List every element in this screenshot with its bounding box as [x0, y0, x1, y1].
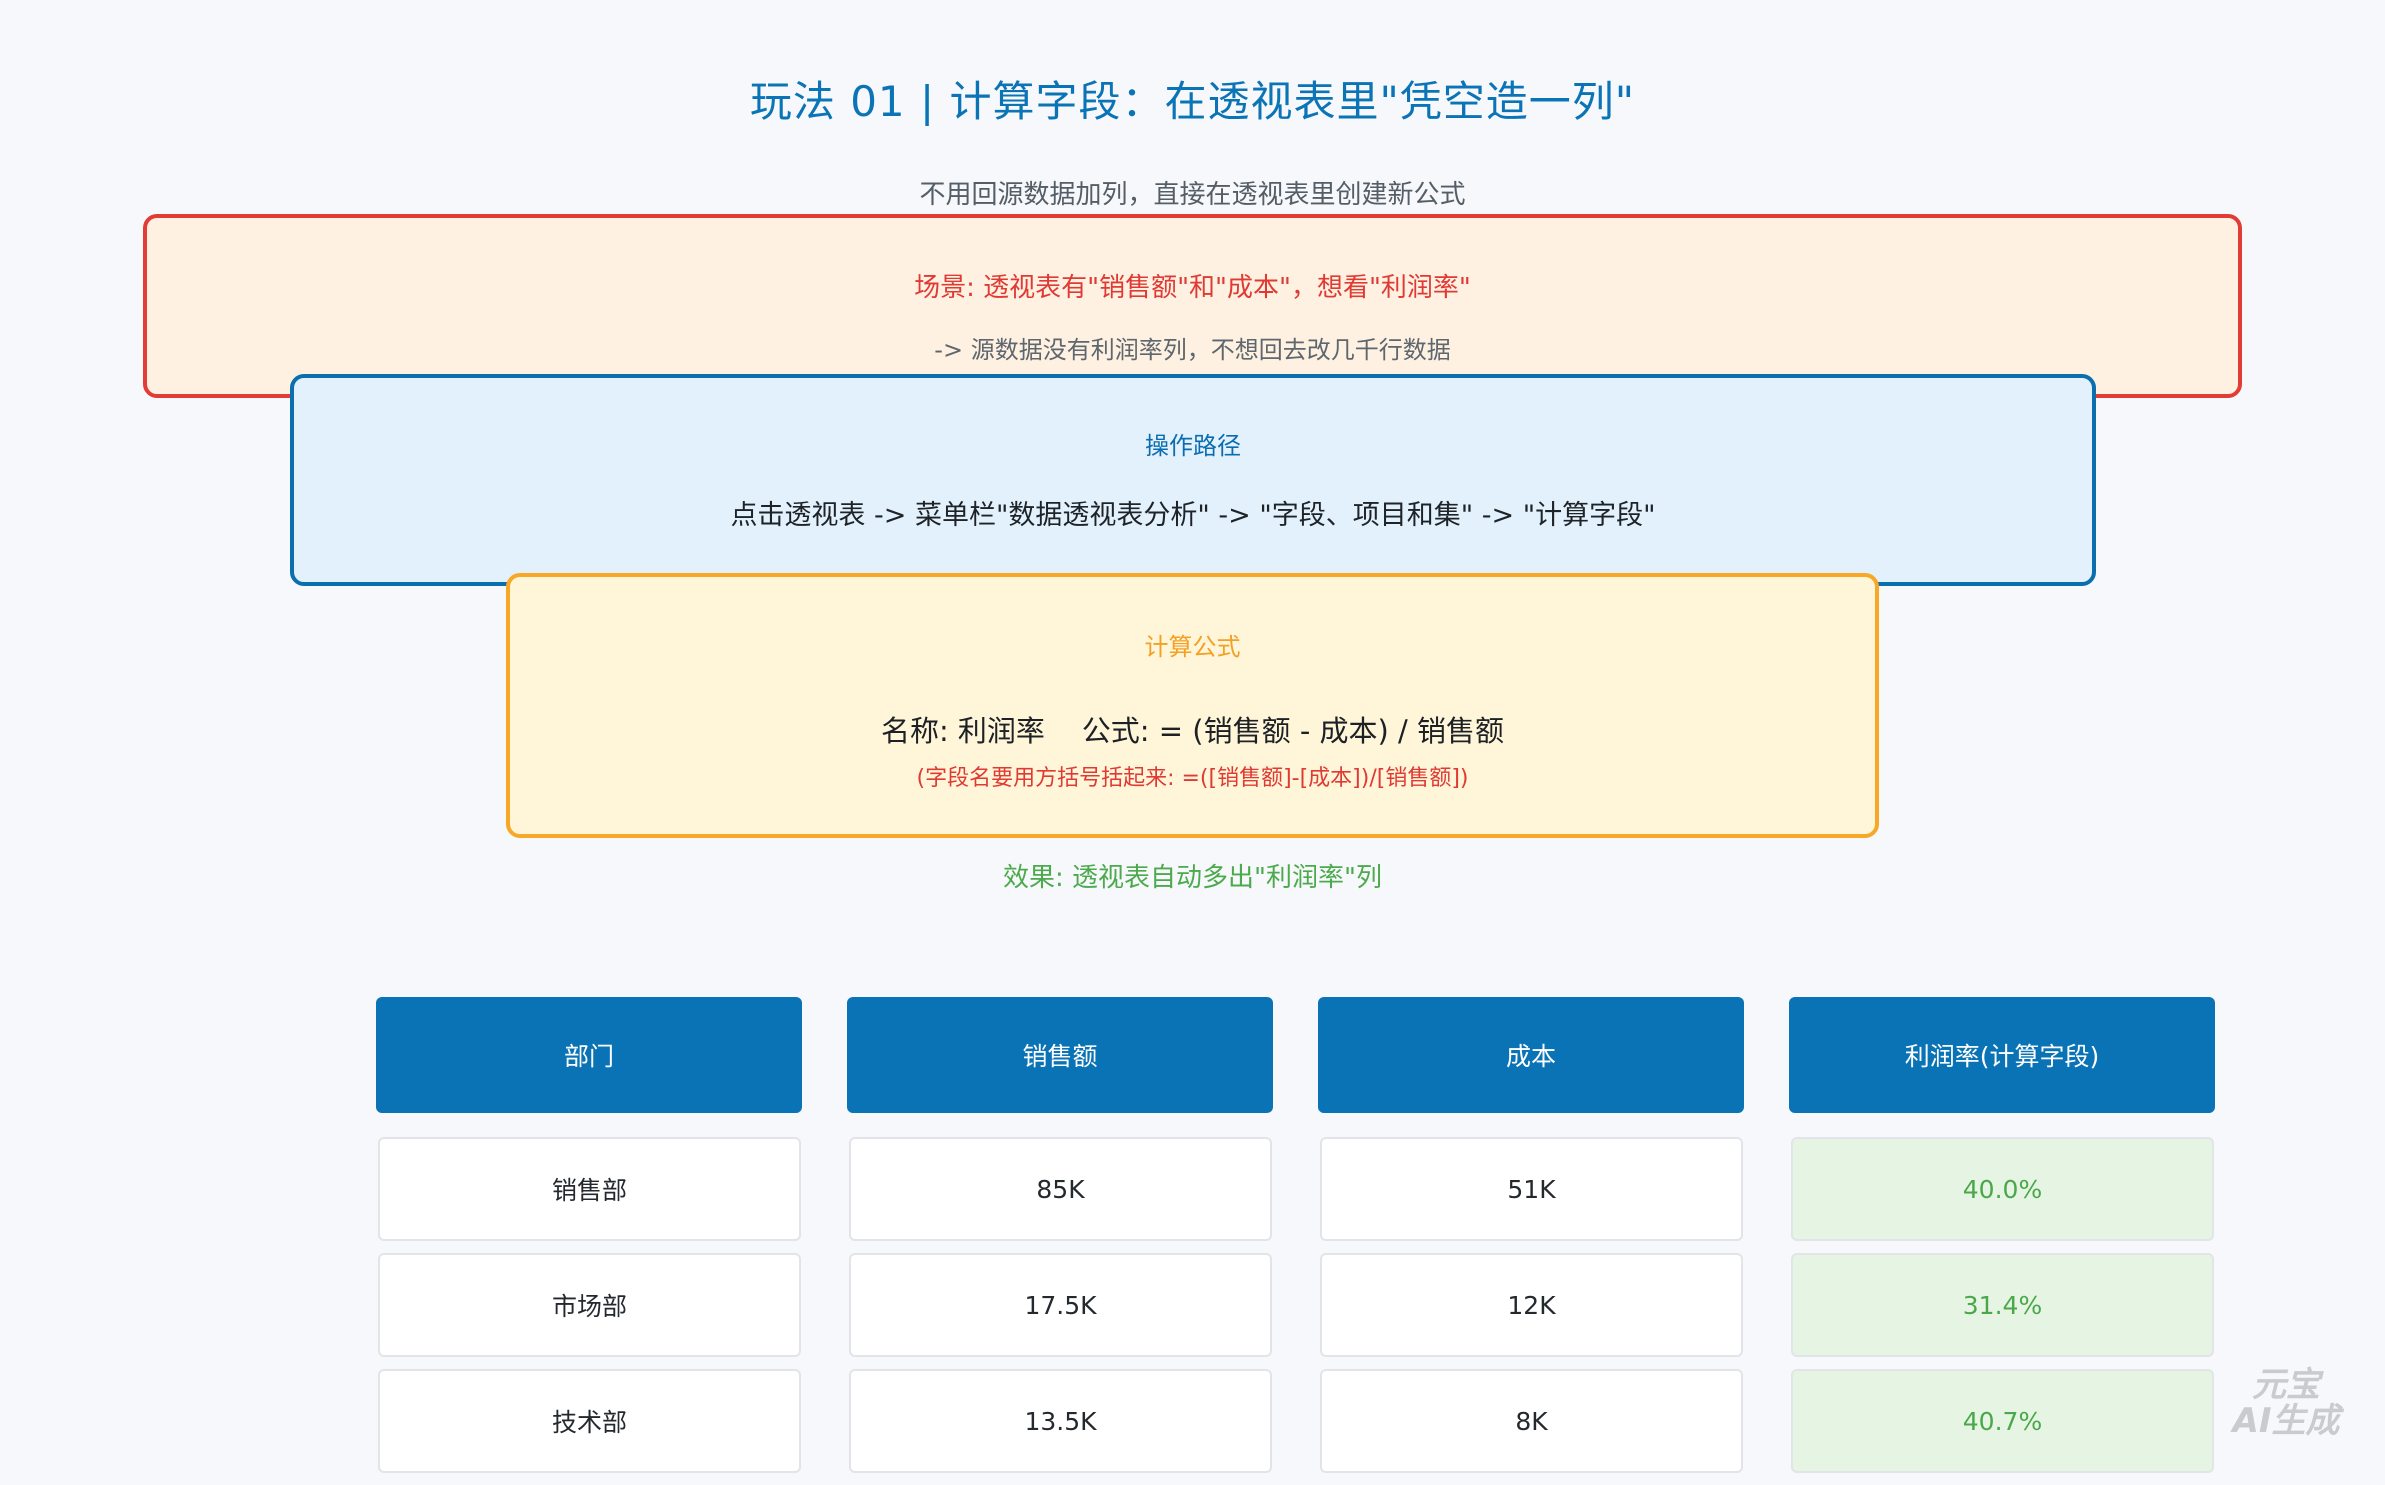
- table-cell: 85K: [849, 1137, 1272, 1241]
- formula-note: (字段名要用方括号括起来: =([销售额]-[成本])/[销售额]): [916, 766, 1469, 791]
- watermark-line-1: 元宝: [2252, 1365, 2320, 1405]
- column-header-sales: 销售额: [847, 997, 1273, 1113]
- column-header-cost: 成本: [1318, 997, 1744, 1113]
- formula-box: 计算公式 名称: 利润率 公式: = (销售额 - 成本) / 销售额 (字段名…: [506, 573, 1879, 838]
- table-cell-calculated: 40.7%: [1791, 1369, 2214, 1473]
- table-cell: 51K: [1320, 1137, 1743, 1241]
- page-title: 玩法 01 | 计算字段：在透视表里"凭空造一列": [749, 77, 1636, 126]
- table-cell: 市场部: [378, 1253, 801, 1357]
- table-cell-calculated: 40.0%: [1791, 1137, 2214, 1241]
- operation-path-title: 操作路径: [1145, 432, 1241, 460]
- table-cell: 13.5K: [849, 1369, 1272, 1473]
- table-cell-calculated: 31.4%: [1791, 1253, 2214, 1357]
- table-cell: 销售部: [378, 1137, 801, 1241]
- operation-path-steps: 点击透视表 -> 菜单栏"数据透视表分析" -> "字段、项目和集" -> "计…: [730, 500, 1656, 531]
- effect-text: 效果: 透视表自动多出"利润率"列: [1003, 863, 1382, 893]
- column-header-department: 部门: [376, 997, 802, 1113]
- column-header-profit-rate: 利润率(计算字段): [1789, 997, 2215, 1113]
- scenario-box: 场景: 透视表有"销售额"和"成本"，想看"利润率" -> 源数据没有利润率列，…: [143, 214, 2242, 398]
- scenario-title: 场景: 透视表有"销售额"和"成本"，想看"利润率": [914, 273, 1471, 303]
- table-cell: 12K: [1320, 1253, 1743, 1357]
- ai-generated-watermark: 元宝 AI生成: [2226, 1367, 2346, 1443]
- table-cell: 17.5K: [849, 1253, 1272, 1357]
- formula-main: 名称: 利润率 公式: = (销售额 - 成本) / 销售额: [880, 714, 1505, 748]
- watermark-line-2: AI生成: [2232, 1401, 2340, 1441]
- operation-path-box: 操作路径 点击透视表 -> 菜单栏"数据透视表分析" -> "字段、项目和集" …: [290, 374, 2096, 586]
- scenario-note: -> 源数据没有利润率列，不想回去改几千行数据: [934, 336, 1451, 364]
- page-subtitle: 不用回源数据加列，直接在透视表里创建新公式: [919, 180, 1466, 210]
- formula-title: 计算公式: [1144, 633, 1241, 661]
- table-cell: 技术部: [378, 1369, 801, 1473]
- table-cell: 8K: [1320, 1369, 1743, 1473]
